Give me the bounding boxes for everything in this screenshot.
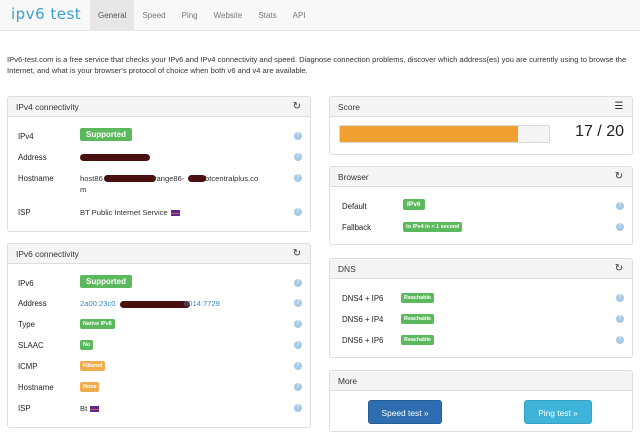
help-icon[interactable]: ? (294, 383, 302, 391)
help-icon[interactable]: ? (294, 279, 302, 287)
brand-logo[interactable]: ipv6 test (11, 5, 81, 23)
fallback-label: Fallback (342, 223, 372, 232)
dns-row-badge: Reachable (401, 314, 434, 324)
tab-website[interactable]: Website (206, 0, 251, 31)
isp-label: ISP (18, 208, 31, 217)
hostname-label: Hostname (18, 174, 54, 183)
help-icon[interactable]: ? (294, 341, 302, 349)
dns-row-label: DNS6 + IP6 (342, 336, 384, 345)
ipv4-panel: IPv4 connectivity ↻ IPv4 Supported ? Add… (7, 96, 311, 232)
more-panel-header: More (330, 371, 632, 391)
dns-panel: DNS ↻ DNS4 + IP6 Reachable ? DNS6 + IP4 … (329, 258, 633, 358)
ipv6-address-end[interactable]: 6014:7729 (184, 299, 220, 308)
ipv4-panel-header: IPv4 connectivity ↻ (8, 97, 310, 117)
hostname-value-start: host86 (80, 174, 103, 183)
ipv6-panel: IPv6 connectivity ↻ IPv6 Supported ? Add… (7, 243, 311, 428)
ping-test-button[interactable]: Ping test » (524, 400, 592, 424)
ipv6-label: IPv6 (18, 279, 34, 288)
help-icon[interactable]: ? (294, 208, 302, 216)
score-row: 17 / 20 (330, 117, 632, 154)
slaac-label: SLAAC (18, 341, 44, 350)
uk-flag-icon (90, 406, 100, 412)
hostname-value-wrap: m (80, 185, 87, 194)
icmp-badge: Filtered (80, 361, 106, 371)
address-redaction (80, 154, 150, 161)
help-icon[interactable]: ? (294, 153, 302, 161)
dns-panel-title: DNS (338, 263, 356, 274)
tab-general[interactable]: General (90, 0, 135, 31)
help-icon[interactable]: ? (294, 132, 302, 140)
dns-row-label: DNS4 + IP6 (342, 294, 384, 303)
refresh-icon[interactable]: ↻ (292, 101, 302, 112)
tab-speed[interactable]: Speed (134, 0, 173, 31)
tab-api[interactable]: API (285, 0, 314, 31)
ipv6-status-badge: Supported (80, 275, 132, 288)
score-value: 17 / 20 (575, 123, 624, 140)
tab-ping[interactable]: Ping (174, 0, 206, 31)
help-icon[interactable]: ? (616, 202, 624, 210)
help-icon[interactable]: ? (294, 320, 302, 328)
refresh-icon[interactable]: ↻ (614, 171, 624, 182)
help-icon[interactable]: ? (294, 299, 302, 307)
ipv6-isp-label: ISP (18, 404, 31, 413)
ipv6-address-label: Address (18, 299, 47, 308)
help-icon[interactable]: ? (294, 362, 302, 370)
dns-row-label: DNS6 + IP4 (342, 315, 384, 324)
more-panel: More Speed test » Ping test » (329, 370, 633, 432)
score-progress-fill (340, 126, 518, 142)
help-icon[interactable]: ? (294, 404, 302, 412)
ipv6-hostname-label: Hostname (18, 383, 54, 392)
refresh-icon[interactable]: ↻ (614, 263, 624, 274)
ipv4-label: IPv4 (18, 132, 34, 141)
isp-value: BT Public Internet Service (80, 208, 180, 217)
score-panel-header: Score ☰ (330, 97, 632, 117)
score-progress-bar (339, 125, 550, 143)
browser-panel-header: Browser ↻ (330, 167, 632, 187)
score-panel: Score ☰ 17 / 20 (329, 96, 633, 155)
help-icon[interactable]: ? (616, 294, 624, 302)
uk-flag-icon (170, 210, 180, 216)
browser-panel: Browser ↻ Default IPv6 ? Fallback to IPv… (329, 166, 633, 245)
score-panel-title: Score (338, 101, 360, 112)
default-badge: IPv6 (403, 199, 425, 210)
tab-stats[interactable]: Stats (250, 0, 284, 31)
fallback-badge: to IPv4 in < 1 second (403, 222, 463, 232)
ipv6-panel-title: IPv6 connectivity (16, 248, 79, 259)
ipv6-address-redaction (120, 301, 190, 308)
type-badge: Native IPv6 (80, 319, 115, 329)
speed-test-button[interactable]: Speed test » (368, 400, 442, 424)
hostname-value-middle: range86- (154, 174, 185, 183)
address-label: Address (18, 153, 47, 162)
more-panel-title: More (338, 375, 358, 386)
hostname-value-end: btcentralplus.co (205, 174, 259, 183)
icmp-label: ICMP (18, 362, 38, 371)
ipv4-panel-title: IPv4 connectivity (16, 101, 79, 112)
browser-panel-title: Browser (338, 171, 369, 182)
help-icon[interactable]: ? (294, 174, 302, 182)
help-icon[interactable]: ? (616, 223, 624, 231)
hostname-redaction-1 (104, 175, 156, 182)
ipv6-hostname-badge: None (80, 382, 100, 392)
dns-row-badge: Reachable (401, 335, 434, 345)
help-icon[interactable]: ? (616, 336, 624, 344)
help-icon[interactable]: ? (616, 315, 624, 323)
ipv4-status-badge: Supported (80, 128, 132, 141)
list-icon[interactable]: ☰ (614, 101, 624, 112)
navbar: ipv6 test General Speed Ping Website Sta… (0, 0, 640, 31)
slaac-badge: No (80, 340, 94, 350)
dns-row-badge: Reachable (401, 293, 434, 303)
ipv6-panel-header: IPv6 connectivity ↻ (8, 244, 310, 264)
intro-text: IPv6-test.com is a free service that che… (7, 55, 627, 75)
ipv6-isp-value: Bt (80, 404, 100, 413)
type-label: Type (18, 320, 35, 329)
nav-tabs: General Speed Ping Website Stats API (90, 0, 314, 31)
hostname-redaction-2 (188, 175, 206, 182)
default-label: Default (342, 202, 367, 211)
dns-panel-header: DNS ↻ (330, 259, 632, 279)
ipv6-address-start[interactable]: 2a00:23c0 (80, 299, 115, 308)
refresh-icon[interactable]: ↻ (292, 248, 302, 259)
